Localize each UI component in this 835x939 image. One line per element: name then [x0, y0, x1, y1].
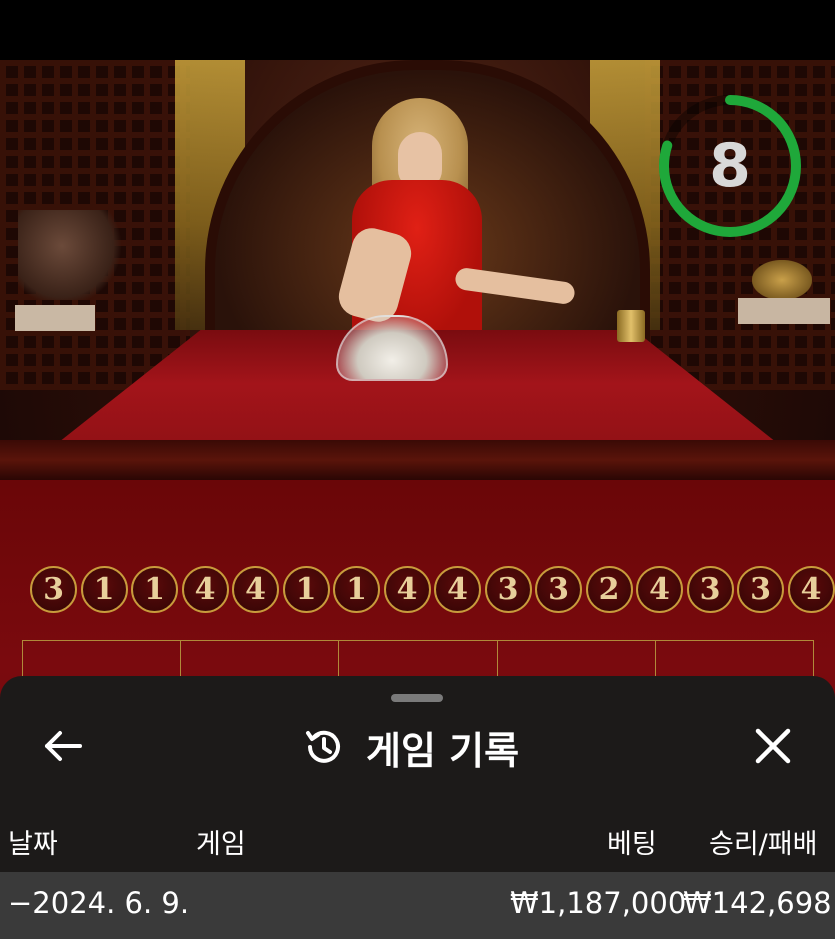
history-icon — [306, 730, 340, 763]
dragon-statue — [752, 260, 812, 300]
result-ball: 4 — [181, 566, 229, 613]
dragon-statue-base — [738, 298, 830, 324]
column-header-game: 게임 — [196, 829, 246, 860]
result-ball: 4 — [434, 566, 481, 613]
close-button[interactable] — [748, 721, 798, 771]
result-ball: 1 — [333, 566, 380, 613]
arrow-left-icon — [45, 731, 82, 761]
bonsai-pot — [15, 305, 95, 331]
close-icon — [755, 728, 791, 764]
history-row[interactable]: −2024. 6. 9. ₩1,187,000 ₩142,698 — [0, 872, 835, 939]
result-ball: 4 — [232, 566, 279, 613]
result-ball: 3 — [737, 566, 784, 613]
row-win-loss: ₩142,698 — [683, 886, 832, 920]
row-bet: ₩1,187,000 — [510, 886, 687, 920]
result-ball: 3 — [686, 566, 734, 613]
result-ball: 1 — [282, 566, 330, 613]
game-history-sheet: 게임 기록 날짜 게임 베팅 승리/패배 −2024. 6. 9. ₩1,187… — [0, 676, 835, 939]
countdown-timer: 8 — [657, 93, 803, 239]
result-ball: 3 — [484, 566, 532, 613]
timer-value: 8 — [709, 131, 751, 201]
result-ball: 1 — [131, 566, 178, 613]
sheet-drag-handle[interactable] — [391, 694, 443, 702]
result-ball: 4 — [383, 566, 431, 613]
status-bar — [0, 0, 835, 60]
brass-cup — [617, 310, 645, 342]
sheet-title-text: 게임 기록 — [366, 728, 520, 773]
column-header-win-loss: 승리/패배 — [709, 829, 818, 860]
bonsai-decoration — [18, 210, 128, 300]
row-date: −2024. 6. 9. — [8, 886, 190, 920]
result-ball: 3 — [30, 566, 77, 613]
column-header-date: 날짜 — [8, 829, 58, 860]
result-ball: 2 — [585, 566, 633, 613]
table-rim — [0, 440, 835, 480]
result-ball: 3 — [535, 566, 582, 613]
result-history-strip: 31144114433243344 — [30, 566, 835, 620]
column-header-bet: 베팅 — [607, 829, 657, 860]
sheet-title: 게임 기록 — [300, 722, 520, 773]
result-ball: 4 — [636, 566, 683, 613]
result-ball: 1 — [80, 566, 128, 613]
result-ball: 4 — [787, 566, 835, 613]
back-button[interactable] — [38, 721, 88, 771]
